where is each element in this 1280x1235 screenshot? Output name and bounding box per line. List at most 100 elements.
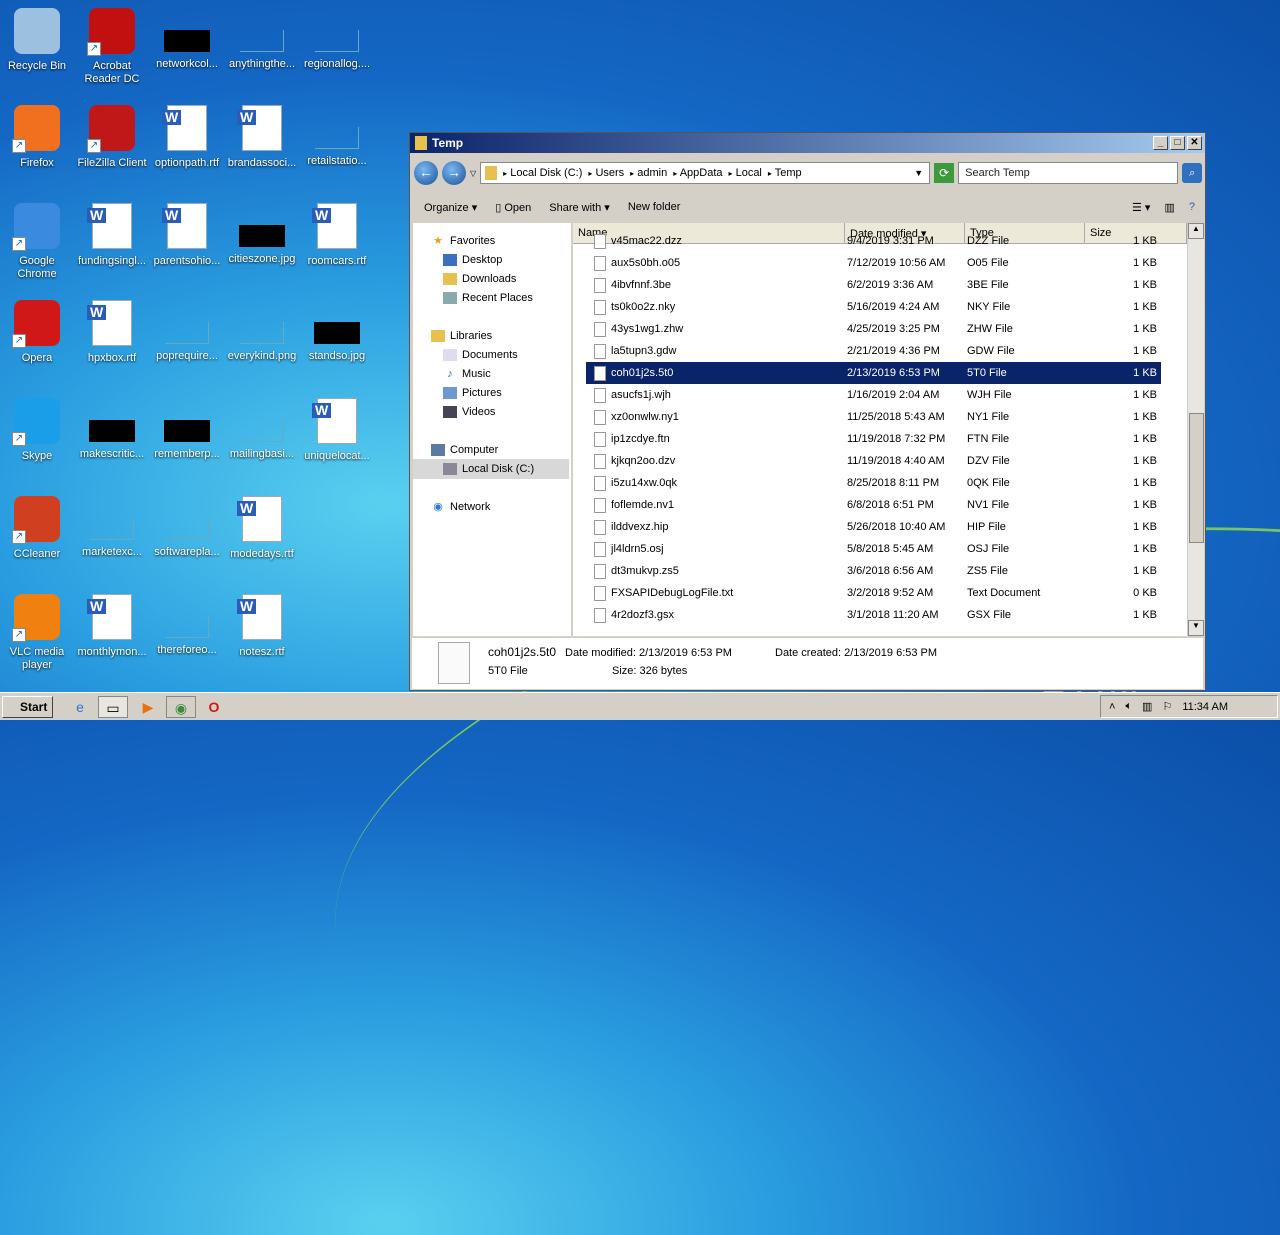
desktop-icon-filezilla-client[interactable]: ↗ FileZilla Client <box>75 105 149 170</box>
breadcrumb-segment[interactable]: ▸ Local Disk (C:) <box>503 167 582 179</box>
scroll-up-button[interactable]: ▲ <box>1188 223 1204 239</box>
address-dropdown[interactable]: ▼ <box>914 168 923 178</box>
media-player-taskbar-icon[interactable]: ▶ <box>134 696 162 718</box>
minimize-button[interactable]: _ <box>1153 136 1168 150</box>
file-row[interactable]: FXSAPIDebugLogFile.txt 3/2/2018 9:52 AM Te… <box>586 582 1161 604</box>
file-row[interactable]: aux5s0bh.o05 7/12/2019 10:56 AM O05 File 1 … <box>586 252 1161 274</box>
breadcrumb-segment[interactable]: ▸ AppData <box>673 167 722 179</box>
file-row[interactable]: v45mac22.dzz 9/4/2019 3:31 PM DZZ File 1 KB <box>586 230 1161 252</box>
nav-favorites[interactable]: ★ Favorites <box>431 235 495 247</box>
desktop-icon-vlc-media-player[interactable]: ↗ VLC media player <box>0 594 74 672</box>
file-row[interactable]: ip1zcdye.ftn 11/19/2018 7:32 PM FTN File 1 … <box>586 428 1161 450</box>
nav-music[interactable]: ♪ Music <box>443 368 490 380</box>
desktop-icon-fundingsingl[interactable]: fundingsingl... <box>75 203 149 268</box>
start-button[interactable]: Start <box>2 696 53 718</box>
action-center-flag-icon[interactable]: ⚐ <box>1162 700 1172 713</box>
desktop-icon-opera[interactable]: ↗ Opera <box>0 300 74 365</box>
chrome-taskbar-icon[interactable]: ◉ <box>166 696 196 718</box>
desktop-icon-google-chrome[interactable]: ↗ Google Chrome <box>0 203 74 281</box>
desktop-icon-skype[interactable]: ↗ Skype <box>0 398 74 463</box>
forward-button[interactable]: → <box>442 161 466 185</box>
desktop-icon-makescritic[interactable]: makescritic... <box>75 398 149 461</box>
breadcrumb-segment[interactable]: ▸ admin <box>630 167 667 179</box>
desktop-icon-networkcol[interactable]: networkcol... <box>150 8 224 71</box>
back-button[interactable]: ← <box>414 161 438 185</box>
close-button[interactable]: ✕ <box>1187 136 1202 150</box>
volume-icon[interactable]: 🔈︎ <box>1125 700 1132 713</box>
file-row[interactable]: coh01j2s.5t0 2/13/2019 6:53 PM 5T0 File 1 K… <box>586 362 1161 384</box>
desktop-icon-ccleaner[interactable]: ↗ CCleaner <box>0 496 74 561</box>
desktop-icon-acrobat-reader-dc[interactable]: ↗ Acrobat Reader DC <box>75 8 149 86</box>
show-hidden-icons[interactable]: ˄ <box>1109 701 1115 713</box>
desktop-icon-monthlymon[interactable]: monthlymon... <box>75 594 149 659</box>
network-tray-icon[interactable]: ▥ <box>1142 700 1152 713</box>
scroll-down-button[interactable]: ▼ <box>1188 620 1204 636</box>
scroll-thumb[interactable] <box>1189 413 1204 543</box>
recent-pages-dropdown[interactable]: ▽ <box>470 169 476 178</box>
desktop-icon-recycle-bin[interactable]: Recycle Bin <box>0 8 74 73</box>
desktop-icon-optionpath-rtf[interactable]: optionpath.rtf <box>150 105 224 170</box>
nav-libraries[interactable]: Libraries <box>431 330 492 342</box>
desktop-icon-brandassoci[interactable]: brandassoci... <box>225 105 299 170</box>
address-bar[interactable]: ▸ Local Disk (C:) ▸ Users ▸ admin ▸ AppData… <box>480 162 931 184</box>
file-row[interactable]: 4r2dozf3.gsx 3/1/2018 11:20 AM GSX File 1 K… <box>586 604 1161 626</box>
desktop-icon-softwarepla[interactable]: softwarepla... <box>150 496 224 559</box>
file-row[interactable]: jl4ldrn5.osj 5/8/2018 5:45 AM OSJ File 1 KB <box>586 538 1161 560</box>
file-row[interactable]: la5tupn3.gdw 2/21/2019 4:36 PM GDW File 1 K… <box>586 340 1161 362</box>
help-icon[interactable]: ? <box>1189 201 1195 213</box>
open-button[interactable]: ▯ Open <box>495 201 531 214</box>
desktop-icon-retailstatio[interactable]: retailstatio... <box>300 105 374 168</box>
internet-explorer-taskbar-icon[interactable]: e <box>66 696 94 718</box>
breadcrumb-segment[interactable]: ▸ Users <box>588 167 624 179</box>
refresh-button[interactable]: ⟳ <box>934 163 955 183</box>
nav-downloads[interactable]: Downloads <box>443 273 516 285</box>
file-row[interactable]: i5zu14xw.0qk 8/25/2018 8:11 PM 0QK File 1 K… <box>586 472 1161 494</box>
nav-recent-places[interactable]: Recent Places <box>443 292 533 304</box>
file-row[interactable]: foflemde.nv1 6/8/2018 6:51 PM NV1 File 1 KB <box>586 494 1161 516</box>
file-row[interactable]: asucfs1j.wjh 1/16/2019 2:04 AM WJH File 1 K… <box>586 384 1161 406</box>
nav-network[interactable]: ◉ Network <box>431 501 490 513</box>
preview-pane-icon[interactable]: ▥ <box>1164 201 1174 214</box>
nav-pictures[interactable]: Pictures <box>443 387 502 399</box>
desktop-icon-roomcars-rtf[interactable]: roomcars.rtf <box>300 203 374 268</box>
desktop-icon-standso-jpg[interactable]: standso.jpg <box>300 300 374 363</box>
nav-videos[interactable]: Videos <box>443 406 495 418</box>
opera-taskbar-icon[interactable]: O <box>200 696 228 718</box>
desktop-icon-uniquelocat[interactable]: uniquelocat... <box>300 398 374 463</box>
breadcrumb-segment[interactable]: ▸ Local <box>729 167 762 179</box>
file-row[interactable]: ts0k0o2z.nky 5/16/2019 4:24 AM NKY File 1 K… <box>586 296 1161 318</box>
desktop-icon-mailingbasi[interactable]: mailingbasi... <box>225 398 299 461</box>
new-folder-button[interactable]: New folder <box>628 201 681 213</box>
desktop-icon-marketexc[interactable]: marketexc... <box>75 496 149 559</box>
nav-desktop[interactable]: Desktop <box>443 254 502 266</box>
search-input[interactable]: Search Temp <box>958 162 1179 184</box>
vertical-scrollbar[interactable]: ▲ ▼ <box>1187 223 1204 636</box>
breadcrumb-segment[interactable]: ▸ Temp <box>768 167 802 179</box>
file-row[interactable]: xz0onwlw.ny1 11/25/2018 5:43 AM NY1 File 1 … <box>586 406 1161 428</box>
organize-button[interactable]: Organize ▾ <box>424 201 477 214</box>
desktop-icon-citieszone-jpg[interactable]: citieszone.jpg <box>225 203 299 266</box>
file-row[interactable]: dt3mukvp.zs5 3/6/2018 6:56 AM ZS5 File 1 KB <box>586 560 1161 582</box>
desktop-icon-hpxbox-rtf[interactable]: hpxbox.rtf <box>75 300 149 365</box>
desktop-icon-parentsohio[interactable]: parentsohio... <box>150 203 224 268</box>
maximize-button[interactable]: □ <box>1170 136 1185 150</box>
search-icon[interactable]: ⌕ <box>1182 163 1203 183</box>
nav-documents[interactable]: Documents <box>443 349 518 361</box>
file-row[interactable]: 43ys1wg1.zhw 4/25/2019 3:25 PM ZHW File 1 K… <box>586 318 1161 340</box>
desktop-icon-firefox[interactable]: ↗ Firefox <box>0 105 74 170</box>
desktop-icon-notesz-rtf[interactable]: notesz.rtf <box>225 594 299 659</box>
title-bar[interactable]: Temp _ □ ✕ <box>410 133 1205 153</box>
desktop-icon-anythingthe[interactable]: anythingthe... <box>225 8 299 71</box>
file-row[interactable]: 4ibvfnnf.3be 6/2/2019 3:36 AM 3BE File 1 KB <box>586 274 1161 296</box>
desktop-icon-everykind-png[interactable]: everykind.png <box>225 300 299 363</box>
share-with-button[interactable]: Share with ▾ <box>549 201 610 214</box>
desktop-icon-regionallog[interactable]: regionallog.... <box>300 8 374 71</box>
clock[interactable]: 11:34 AM <box>1182 701 1228 713</box>
desktop-icon-modedays-rtf[interactable]: modedays.rtf <box>225 496 299 561</box>
nav-local-disk[interactable]: Local Disk (C:) <box>413 459 569 479</box>
file-row[interactable]: ilddvexz.hip 5/26/2018 10:40 AM HIP File 1 … <box>586 516 1161 538</box>
file-row[interactable]: kjkqn2oo.dzv 11/19/2018 4:40 AM DZV File 1 … <box>586 450 1161 472</box>
desktop-icon-poprequire[interactable]: poprequire... <box>150 300 224 363</box>
explorer-taskbar-button[interactable]: ▭ <box>98 696 128 718</box>
view-options-icon[interactable]: ☰ ▾ <box>1132 201 1150 214</box>
